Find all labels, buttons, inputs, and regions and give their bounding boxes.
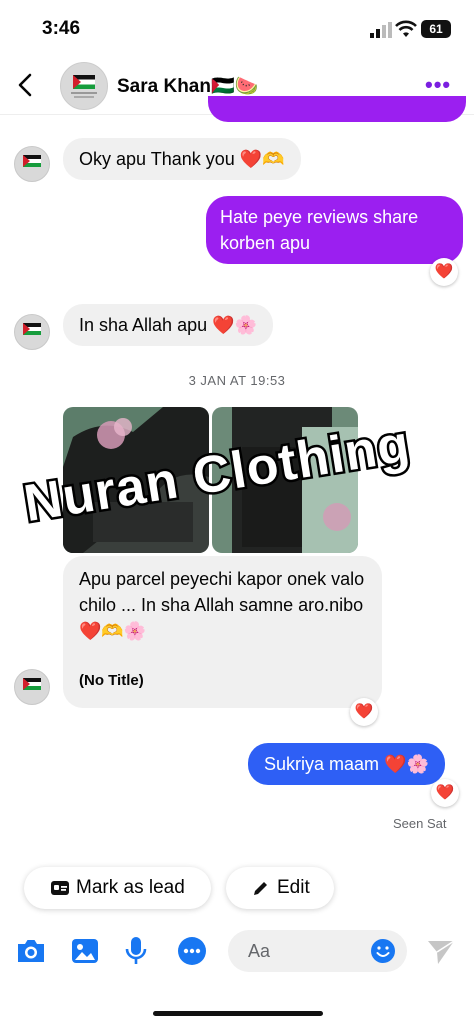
edit-label: Edit — [277, 877, 310, 898]
chevron-left-icon[interactable] — [12, 68, 42, 102]
heart-reaction[interactable]: ❤️ — [431, 779, 459, 807]
chat-apps-icon[interactable] — [176, 935, 208, 967]
message-bubble-incoming[interactable]: Oky apu Thank you ❤️🫶 — [63, 138, 301, 180]
status-time: 3:46 — [42, 18, 81, 39]
seen-status: Seen Sat — [393, 816, 447, 831]
attachment-title: (No Title) — [79, 672, 144, 689]
contact-avatar[interactable] — [60, 62, 108, 110]
emoji-icon[interactable] — [370, 938, 396, 964]
message-bubble-outgoing[interactable]: Sukriya maam ❤️🌸 — [248, 743, 445, 785]
message-bubble-incoming[interactable]: In sha Allah apu ❤️🌸 — [63, 304, 273, 346]
message-text: Oky apu Thank you ❤️🫶 — [79, 149, 285, 169]
gallery-icon[interactable] — [70, 936, 100, 966]
date-separator: 3 JAN AT 19:53 — [188, 373, 286, 388]
message-text: Hate peye reviews share korben apu — [220, 207, 419, 253]
cellular-signal-icon — [370, 22, 392, 38]
previous-message-bubble[interactable] — [208, 96, 466, 122]
contact-avatar-small — [14, 314, 50, 350]
mark-as-lead-button[interactable]: Mark as lead — [24, 867, 211, 909]
message-text: Sukriya maam ❤️🌸 — [264, 754, 429, 774]
contact-name[interactable]: Sara Khan🇵🇸🍉 — [117, 74, 258, 98]
status-bar: 3:46 61 — [0, 0, 474, 58]
heart-reaction[interactable]: ❤️ — [350, 698, 378, 726]
battery-indicator: 61 — [421, 20, 451, 38]
message-bubble-outgoing[interactable]: Hate peye reviews share korben apu — [206, 196, 463, 264]
contact-avatar-small — [14, 146, 50, 182]
message-input-placeholder: Aa — [248, 941, 271, 961]
message-text: In sha Allah apu ❤️🌸 — [79, 315, 257, 335]
heart-reaction[interactable]: ❤️ — [430, 258, 458, 286]
send-icon[interactable] — [426, 938, 456, 966]
more-dots-icon[interactable]: ••• — [425, 72, 451, 98]
message-bubble-incoming[interactable]: Apu parcel peyechi kapor onek valo chilo… — [63, 556, 382, 708]
id-card-icon — [51, 881, 69, 895]
mark-as-lead-label: Mark as lead — [76, 877, 185, 898]
contact-avatar-small — [14, 669, 50, 705]
camera-icon[interactable] — [15, 937, 47, 965]
wifi-icon — [395, 20, 417, 37]
home-indicator — [153, 1011, 323, 1016]
message-input[interactable]: Aa — [228, 930, 407, 972]
pencil-icon — [254, 882, 267, 895]
microphone-icon[interactable] — [124, 935, 148, 967]
message-text: Apu parcel peyechi kapor onek valo chilo… — [79, 569, 365, 641]
edit-button[interactable]: Edit — [226, 867, 334, 909]
